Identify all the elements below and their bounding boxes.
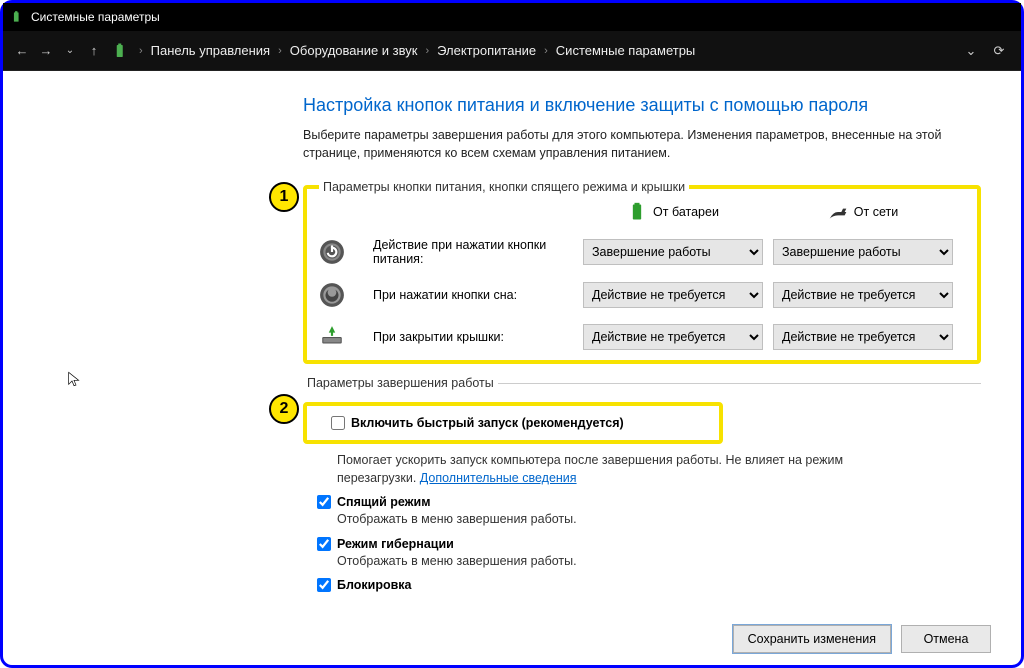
- battery-icon: [113, 42, 131, 60]
- titlebar: Системные параметры: [3, 3, 1021, 31]
- battery-column-label: От батареи: [653, 205, 719, 219]
- fast-startup-label-text: Включить быстрый запуск (рекомендуется): [351, 416, 624, 430]
- breadcrumb-item[interactable]: Панель управления: [145, 41, 276, 60]
- lid-close-mains-select[interactable]: Действие не требуется: [773, 324, 953, 350]
- sleep-checkbox[interactable]: [317, 495, 331, 509]
- lock-checkbox-label[interactable]: Блокировка: [317, 578, 981, 592]
- cancel-button[interactable]: Отмена: [901, 625, 991, 653]
- sleep-button-mains-select[interactable]: Действие не требуется: [773, 282, 953, 308]
- sleep-button-battery-select[interactable]: Действие не требуется: [583, 282, 763, 308]
- mains-column-label: От сети: [854, 205, 898, 219]
- annotation-badge-2: 2: [269, 394, 299, 424]
- sleep-label-text: Спящий режим: [337, 495, 430, 509]
- shutdown-settings-section: Параметры завершения работы 2 Включить б…: [303, 376, 981, 598]
- power-button-battery-select[interactable]: Завершение работы: [583, 239, 763, 265]
- battery-icon: [11, 10, 25, 24]
- button-bar: Сохранить изменения Отмена: [733, 625, 991, 653]
- lock-checkbox[interactable]: [317, 578, 331, 592]
- save-button[interactable]: Сохранить изменения: [733, 625, 891, 653]
- history-dropdown[interactable]: ⌄: [59, 40, 81, 62]
- fast-startup-checkbox[interactable]: [331, 416, 345, 430]
- breadcrumb-sep: ›: [542, 45, 550, 57]
- breadcrumb-item[interactable]: Системные параметры: [550, 41, 701, 60]
- cursor-icon: [66, 371, 82, 387]
- fast-startup-highlight: 2 Включить быстрый запуск (рекомендуется…: [303, 402, 723, 444]
- hibernate-label-text: Режим гибернации: [337, 537, 454, 551]
- page-title: Настройка кнопок питания и включение защ…: [303, 95, 981, 116]
- nav-toolbar: ← → ⌄ ↑ › Панель управления › Оборудован…: [3, 31, 1021, 71]
- hibernate-desc: Отображать в меню завершения работы.: [303, 553, 883, 571]
- hibernate-checkbox-label[interactable]: Режим гибернации: [317, 537, 981, 551]
- lid-close-icon: [319, 324, 345, 350]
- lid-close-battery-select[interactable]: Действие не требуется: [583, 324, 763, 350]
- hibernate-checkbox[interactable]: [317, 537, 331, 551]
- battery-column-header: От батареи: [583, 202, 763, 222]
- back-button[interactable]: ←: [11, 40, 33, 62]
- fast-startup-checkbox-label[interactable]: Включить быстрый запуск (рекомендуется): [331, 416, 709, 430]
- up-button[interactable]: ↑: [83, 40, 105, 62]
- battery-icon: [627, 202, 647, 222]
- power-button-mains-select[interactable]: Завершение работы: [773, 239, 953, 265]
- power-button-label: Действие при нажатии кнопки питания:: [373, 238, 573, 266]
- content-area: Настройка кнопок питания и включение защ…: [3, 71, 1021, 605]
- address-dropdown[interactable]: ⌄: [957, 37, 985, 65]
- fast-startup-desc: Помогает ускорить запуск компьютера посл…: [303, 452, 883, 487]
- sleep-button-icon: [319, 282, 345, 308]
- lock-label-text: Блокировка: [337, 578, 412, 592]
- annotation-badge-1: 1: [269, 182, 299, 212]
- window-title: Системные параметры: [31, 10, 160, 24]
- plug-icon: [828, 202, 848, 222]
- power-button-icon: [319, 239, 345, 265]
- sleep-checkbox-label[interactable]: Спящий режим: [317, 495, 981, 509]
- breadcrumb-sep: ›: [423, 45, 431, 57]
- forward-button[interactable]: →: [35, 40, 57, 62]
- lid-close-label: При закрытии крышки:: [373, 330, 573, 344]
- sleep-desc: Отображать в меню завершения работы.: [303, 511, 883, 529]
- breadcrumb-item[interactable]: Электропитание: [431, 41, 542, 60]
- breadcrumb-sep: ›: [137, 45, 145, 57]
- breadcrumb-sep: ›: [276, 45, 284, 57]
- mains-column-header: От сети: [773, 202, 953, 222]
- power-buttons-legend: Параметры кнопки питания, кнопки спящего…: [319, 180, 689, 194]
- refresh-button[interactable]: ⟳: [985, 37, 1013, 65]
- breadcrumb-item[interactable]: Оборудование и звук: [284, 41, 424, 60]
- shutdown-settings-legend: Параметры завершения работы: [303, 376, 498, 390]
- power-buttons-section: 1 Параметры кнопки питания, кнопки спяще…: [303, 180, 981, 364]
- fast-startup-learn-more-link[interactable]: Дополнительные сведения: [420, 471, 577, 485]
- page-subtitle: Выберите параметры завершения работы для…: [303, 126, 943, 162]
- sleep-button-label: При нажатии кнопки сна:: [373, 288, 573, 302]
